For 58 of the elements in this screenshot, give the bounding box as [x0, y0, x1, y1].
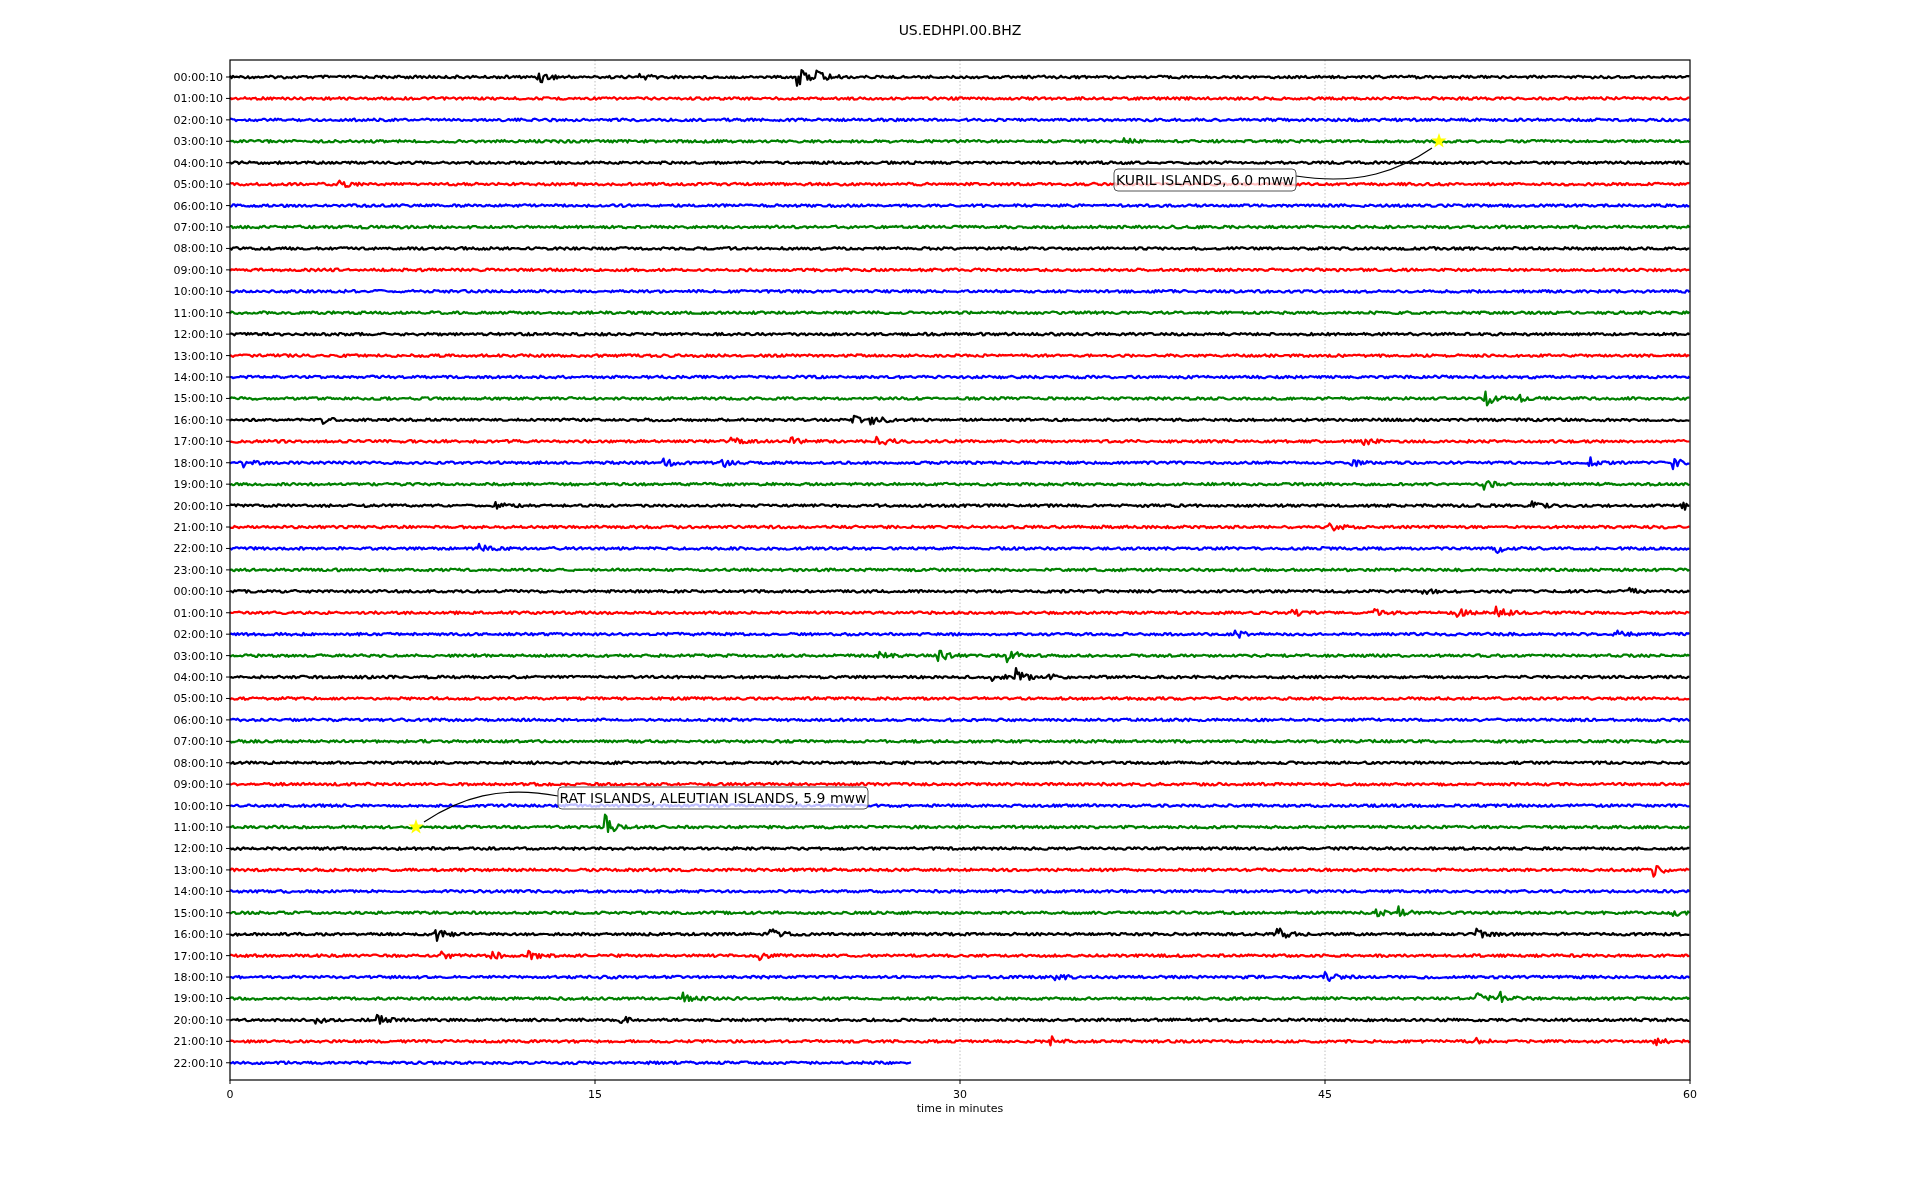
tick-label: 10:00:10: [173, 285, 223, 299]
tick-label: 15:00:10: [173, 392, 223, 406]
tick-label: 12:00:10: [173, 842, 223, 856]
tick-label: 07:00:10: [173, 735, 223, 749]
tick-label: 11:00:10: [173, 821, 223, 835]
tick-label: 45: [1318, 1088, 1332, 1101]
event-annotation: KURIL ISLANDS, 6.0 mww: [1113, 168, 1297, 192]
tick-label: 08:00:10: [173, 242, 223, 256]
tick-label: 16:00:10: [173, 928, 223, 942]
tick-label: 0: [226, 1088, 234, 1101]
tick-label: 13:00:10: [173, 863, 223, 877]
tick-label: 19:00:10: [173, 478, 223, 492]
tick-label: 13:00:10: [173, 349, 223, 363]
tick-label: 12:00:10: [173, 328, 223, 342]
star-icon: [1431, 133, 1447, 148]
tick-label: 04:00:10: [173, 156, 223, 170]
tick-label: 15: [588, 1088, 602, 1101]
tick-label: 01:00:10: [173, 92, 223, 106]
tick-label: 09:00:10: [173, 263, 223, 277]
tick-label: 07:00:10: [173, 221, 223, 234]
tick-label: 05:00:10: [173, 178, 223, 192]
tick-label: 06:00:10: [173, 199, 223, 213]
tick-label: 20:00:10: [173, 1013, 223, 1027]
tick-label: 60: [1683, 1088, 1697, 1101]
tick-label: 04:00:10: [173, 671, 223, 685]
tick-label: 01:00:10: [173, 606, 223, 620]
tick-label: 30: [953, 1088, 967, 1101]
tick-label: 06:00:10: [173, 713, 223, 727]
tick-label: 23:00:10: [173, 563, 223, 577]
tick-label: 09:00:10: [173, 778, 223, 792]
tick-label: 02:00:10: [173, 113, 223, 127]
tick-label: 14:00:10: [173, 371, 223, 384]
tick-label: 19:00:10: [173, 992, 223, 1006]
tick-label: 15:00:10: [173, 906, 223, 920]
tick-label: 08:00:10: [173, 756, 223, 770]
tick-label: 10:00:10: [173, 799, 223, 813]
plot-title: US.EDHPI.00.BHZ: [898, 22, 1022, 40]
tick-label: 18:00:10: [173, 456, 223, 470]
tick-label: 21:00:10: [173, 1035, 223, 1049]
tick-label: 17:00:10: [173, 435, 223, 449]
tick-label: 03:00:10: [173, 135, 223, 149]
tick-label: 16:00:10: [173, 413, 223, 427]
tick-label: 21:00:10: [173, 521, 223, 535]
event-annotation: RAT ISLANDS, ALEUTIAN ISLANDS, 5.9 mww: [557, 786, 869, 810]
axis-label: time in minutes: [916, 1102, 1004, 1115]
tick-label: 05:00:10: [173, 692, 223, 706]
tick-label: 11:00:10: [173, 306, 223, 320]
tick-label: 14:00:10: [173, 885, 223, 899]
tick-label: 22:00:10: [173, 542, 223, 556]
tick-label: 18:00:10: [173, 971, 223, 985]
tick-label: 00:00:10: [173, 71, 223, 84]
tick-label: 22:00:10: [173, 1056, 223, 1070]
star-icon: [408, 819, 424, 834]
tick-label: 20:00:10: [173, 499, 223, 513]
tick-label: 02:00:10: [173, 628, 223, 642]
tick-label: 00:00:10: [173, 585, 223, 599]
tick-label: 17:00:10: [173, 949, 223, 963]
tick-label: 03:00:10: [173, 649, 223, 663]
